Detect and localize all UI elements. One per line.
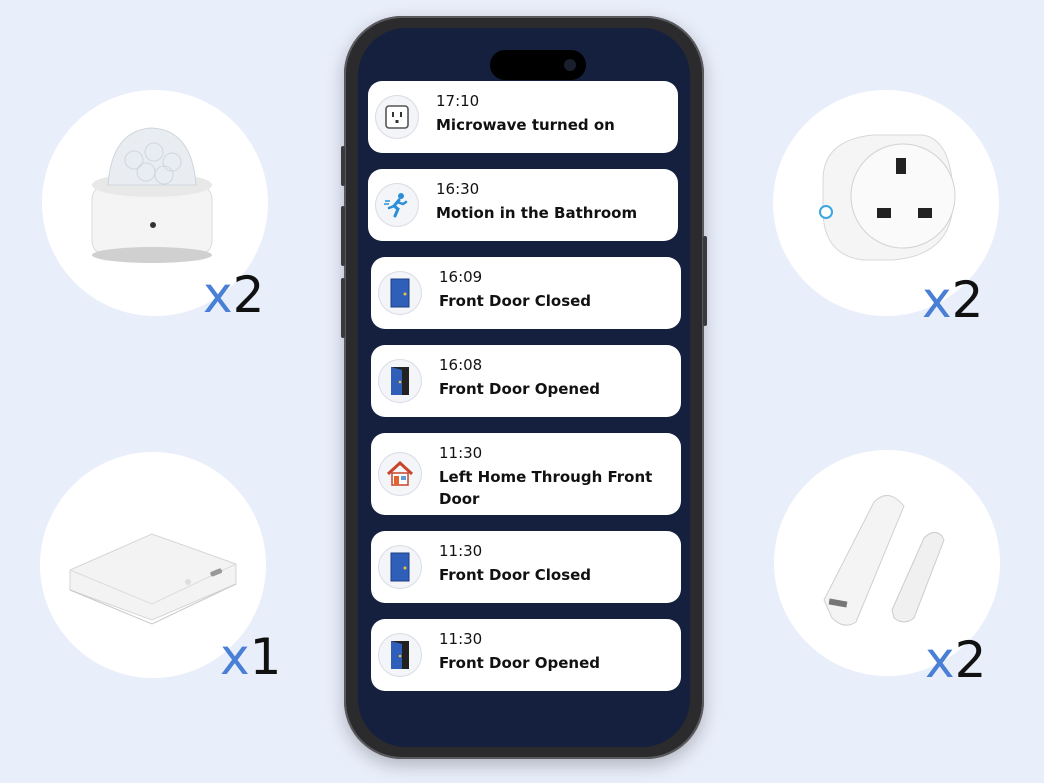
notification-card[interactable]: 16:30 Motion in the Bathroom: [368, 169, 678, 241]
phone-volume-down-button: [341, 278, 345, 338]
running-person-icon: [375, 183, 419, 227]
notification-time: 11:30: [439, 444, 483, 462]
notification-time: 16:30: [436, 180, 480, 198]
notification-title: Microwave turned on: [436, 116, 615, 134]
notification-title: Front Door Closed: [439, 292, 592, 310]
smart-plug-quantity: x2: [922, 271, 984, 329]
notification-card[interactable]: 11:30 Front Door Opened: [371, 619, 681, 691]
quantity-x: x: [220, 628, 250, 686]
notification-title: Front Door Opened: [439, 654, 600, 672]
notification-card[interactable]: 16:09 Front Door Closed: [371, 257, 681, 329]
door-open-icon: [378, 633, 422, 677]
hub-quantity: x1: [220, 628, 282, 686]
notification-title: Left Home Through Front Door: [439, 468, 653, 508]
notification-card[interactable]: 11:30 Front Door Closed: [371, 531, 681, 603]
phone-screen: 17:10 Microwave turned on 16:30 Motion i…: [358, 28, 690, 747]
door-sensor-quantity: x2: [925, 631, 987, 689]
phone-side-button: [341, 146, 345, 186]
house-icon: [378, 452, 422, 496]
notification-time: 17:10: [436, 92, 480, 110]
phone-power-button: [703, 236, 707, 326]
notification-title: Front Door Opened: [439, 380, 600, 398]
door-closed-icon: [378, 545, 422, 589]
quantity-x: x: [203, 266, 233, 324]
motion-sensor-quantity: x2: [203, 266, 265, 324]
phone-volume-up-button: [341, 206, 345, 266]
notification-time: 16:09: [439, 268, 483, 286]
dynamic-island: [490, 50, 586, 80]
notification-card[interactable]: 17:10 Microwave turned on: [368, 81, 678, 153]
quantity-x: x: [922, 271, 952, 329]
phone-frame: 17:10 Microwave turned on 16:30 Motion i…: [341, 16, 707, 759]
notification-title: Motion in the Bathroom: [436, 204, 638, 222]
notification-time: 11:30: [439, 630, 483, 648]
camera-icon: [564, 59, 576, 71]
door-closed-icon: [378, 271, 422, 315]
notification-time: 16:08: [439, 356, 483, 374]
door-open-icon: [378, 359, 422, 403]
notification-title: Front Door Closed: [439, 566, 592, 584]
outlet-icon: [375, 95, 419, 139]
quantity-x: x: [925, 631, 955, 689]
notification-card[interactable]: 11:30 Left Home Through Front Door: [371, 433, 681, 515]
notification-time: 11:30: [439, 542, 483, 560]
notification-card[interactable]: 16:08 Front Door Opened: [371, 345, 681, 417]
